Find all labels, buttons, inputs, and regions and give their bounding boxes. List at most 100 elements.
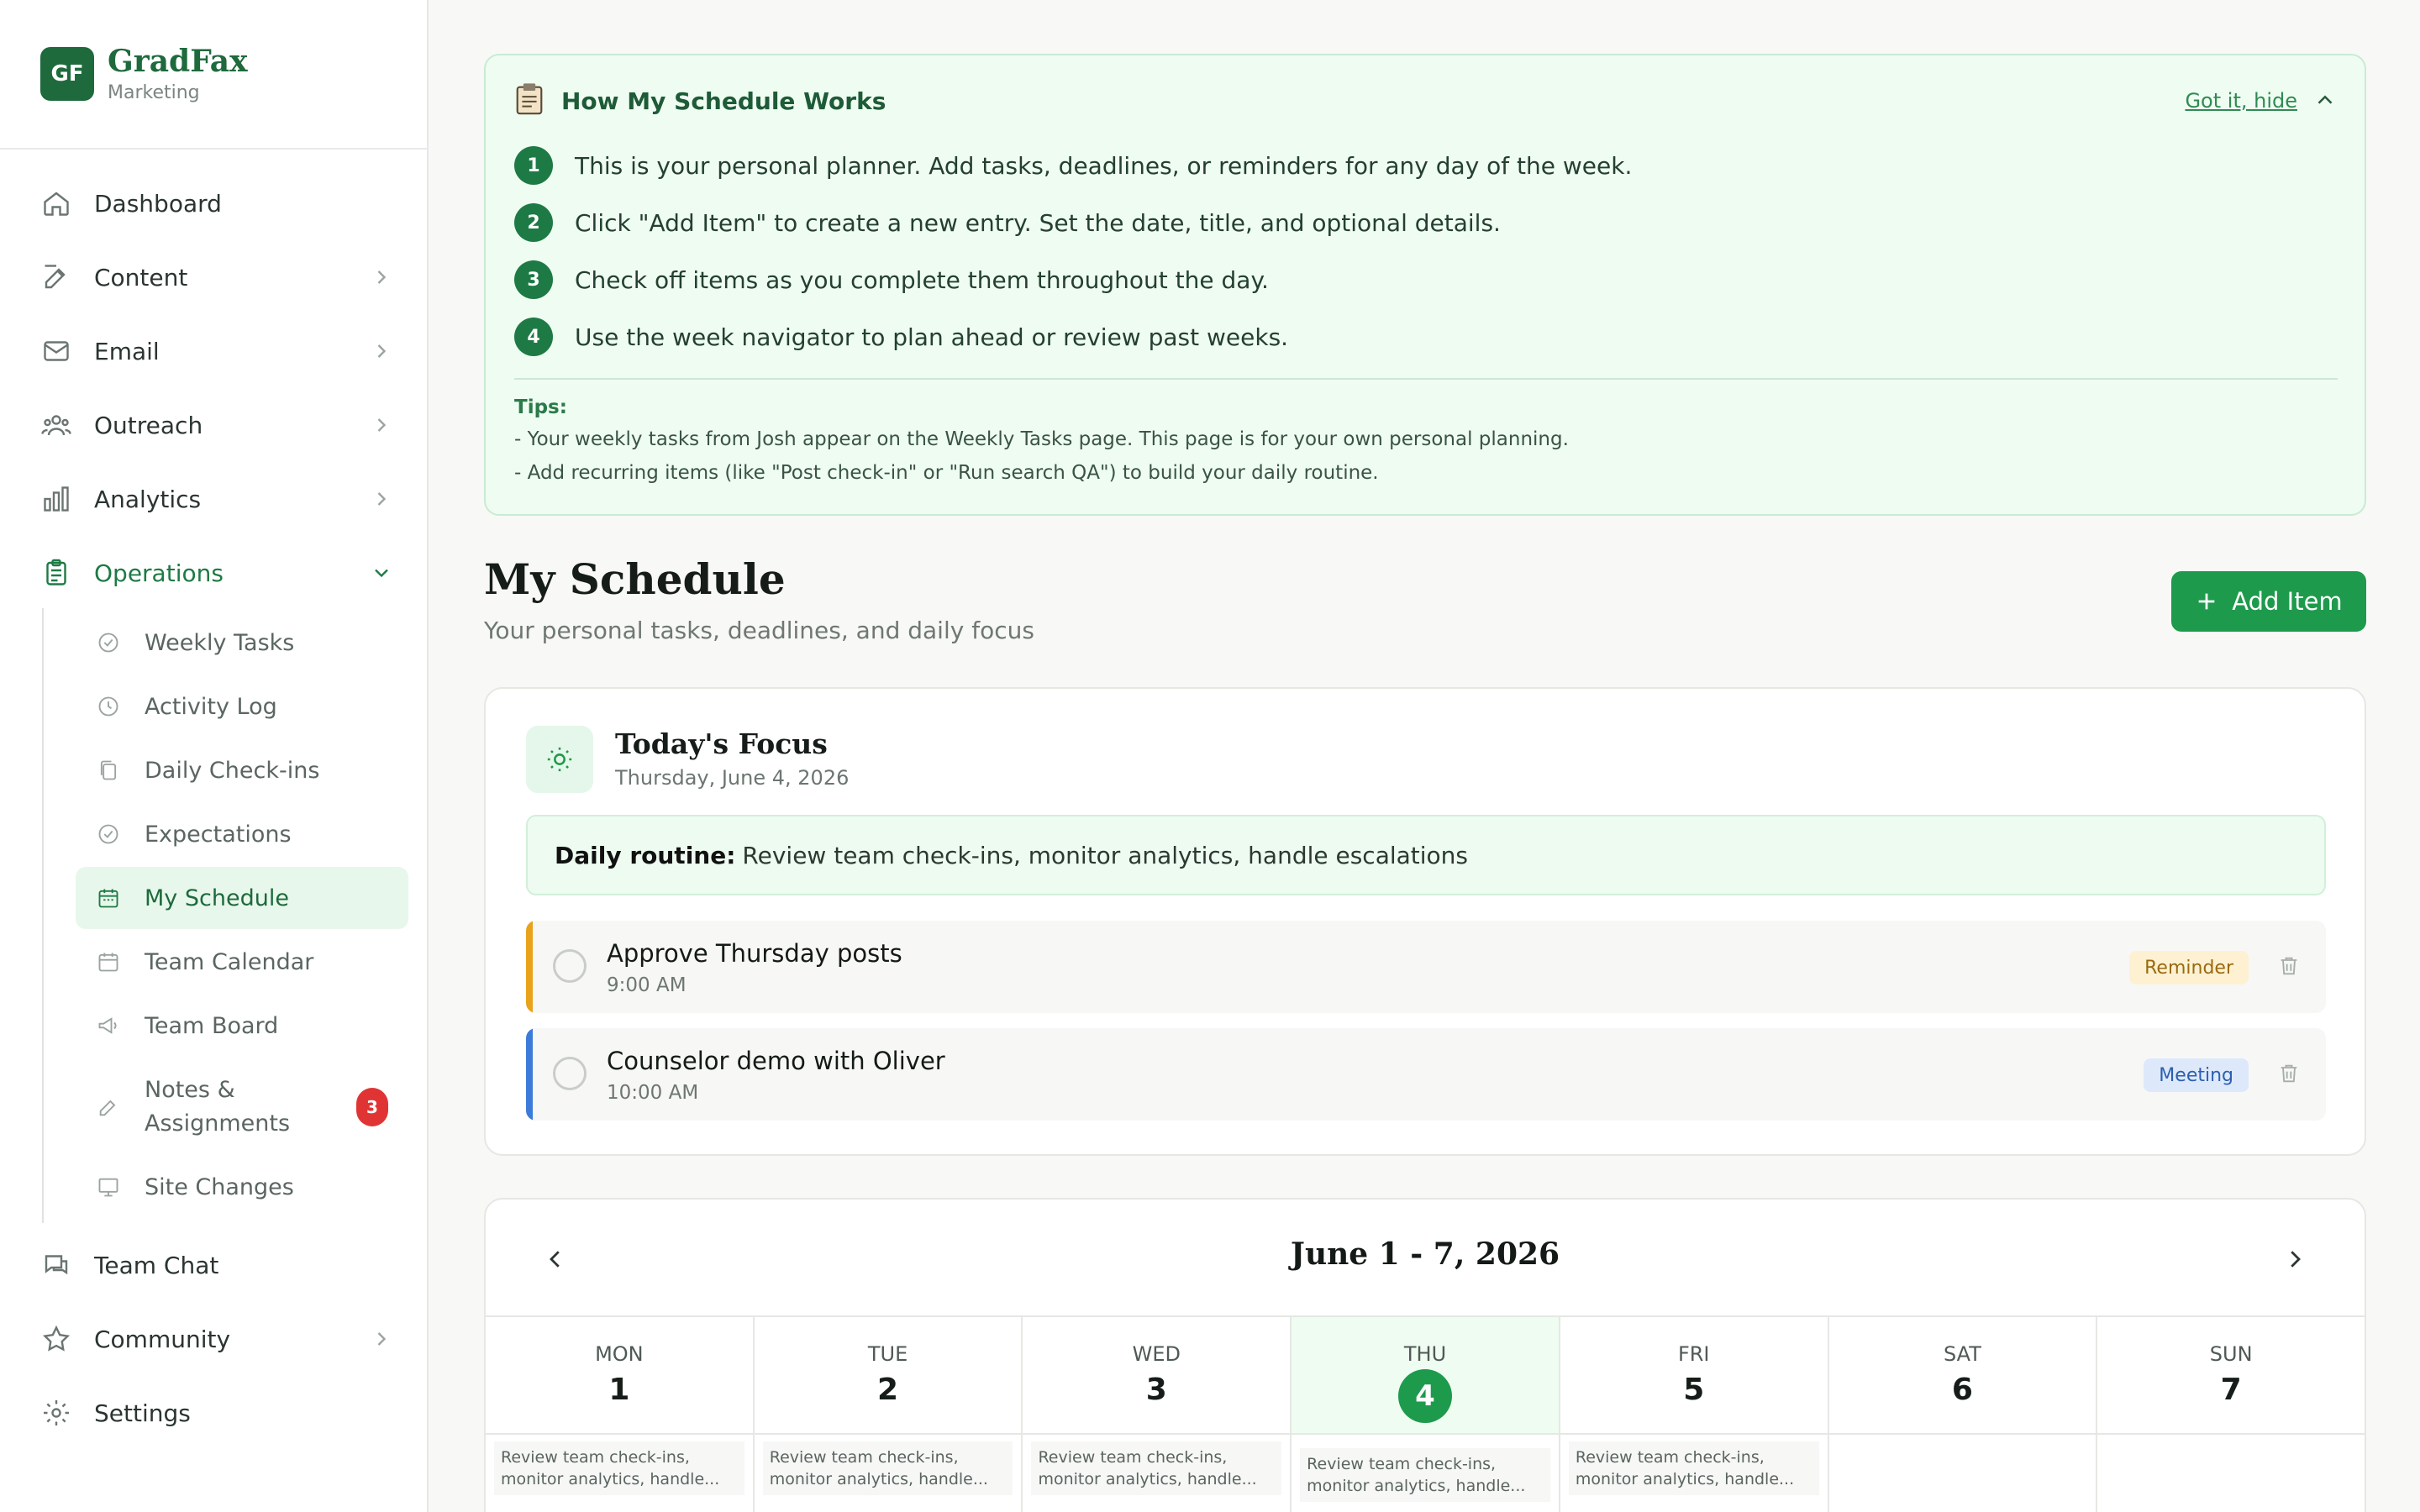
day-header: WED 3 — [1023, 1317, 1291, 1435]
nav-content[interactable]: Content — [40, 254, 393, 301]
day-name: MON — [595, 1342, 644, 1366]
subnav-line — [42, 608, 44, 1223]
sidebar-item-team-board[interactable]: Team Board — [76, 995, 408, 1057]
sidebar-item-label: Team Calendar — [145, 948, 314, 975]
how-it-works-title: How My Schedule Works — [561, 87, 886, 115]
page-subtitle: Your personal tasks, deadlines, and dail… — [484, 617, 1034, 644]
main-content: How My Schedule Works Got it, hide 1 Thi… — [484, 0, 2366, 1512]
chevron-right-icon — [377, 418, 387, 432]
sidebar-item-notes-assignments[interactable]: Notes & Assignments 3 — [76, 1074, 408, 1141]
task-time: 10:00 AM — [607, 1082, 699, 1104]
chat-icon — [40, 1249, 72, 1281]
step-2: 2 Click "Add Item" to create a new entry… — [514, 203, 1501, 242]
sidebar-item-daily-checkins[interactable]: Daily Check-ins — [76, 739, 408, 801]
step-text: Use the week navigator to plan ahead or … — [575, 323, 1289, 351]
clipboard-icon — [40, 557, 72, 589]
hide-guide-link[interactable]: Got it, hide — [2185, 89, 2297, 113]
day-routine: Review team check-ins, monitor analytics… — [1300, 1448, 1550, 1502]
daily-routine: Daily routine: Review team check-ins, mo… — [526, 815, 2326, 895]
tip-item: - Your weekly tasks from Josh appear on … — [514, 428, 1569, 450]
day-number: 6 — [1951, 1373, 1973, 1407]
sidebar-item-label: My Schedule — [145, 885, 289, 911]
divider — [514, 378, 2338, 380]
sidebar-item-expectations[interactable]: Expectations — [76, 803, 408, 865]
focus-date: Thursday, June 4, 2026 — [615, 766, 850, 790]
chevron-right-icon[interactable] — [2282, 1245, 2307, 1273]
plus-icon — [2198, 593, 2215, 610]
home-icon — [40, 187, 72, 219]
sidebar-item-weekly-tasks[interactable]: Weekly Tasks — [76, 612, 408, 674]
calendar-icon — [96, 949, 121, 974]
add-item-label: Add Item — [2232, 587, 2343, 616]
nav-dashboard-label: Dashboard — [94, 189, 222, 218]
brand-logo[interactable]: GF — [40, 47, 94, 101]
task-checkbox[interactable] — [553, 949, 587, 983]
trash-icon[interactable] — [2277, 1060, 2301, 1087]
sidebar-item-my-schedule[interactable]: My Schedule — [76, 867, 408, 929]
day-number: 1 — [608, 1373, 630, 1407]
notes-label-line1: Notes & — [145, 1077, 235, 1103]
how-it-works-panel: How My Schedule Works Got it, hide 1 Thi… — [484, 54, 2366, 516]
task-priority-bar — [526, 921, 533, 1013]
nav-outreach[interactable]: Outreach — [40, 402, 393, 449]
nav-team-chat[interactable]: Team Chat — [40, 1242, 393, 1289]
nav-email[interactable]: Email — [40, 328, 393, 375]
add-item-button[interactable]: Add Item — [2171, 571, 2366, 632]
day-number: 7 — [2220, 1373, 2242, 1407]
brand: GF GradFax Marketing — [0, 0, 427, 150]
gear-icon — [40, 1397, 72, 1429]
step-1: 1 This is your personal planner. Add tas… — [514, 146, 1632, 185]
task-title: Approve Thursday posts — [607, 939, 902, 968]
day-routine: Review team check-ins, monitor analytics… — [762, 1441, 1013, 1495]
task-checkbox[interactable] — [553, 1057, 587, 1090]
day-column-mon[interactable]: MON 1 Review team check-ins, monitor ana… — [486, 1317, 755, 1512]
step-number: 3 — [514, 260, 553, 299]
notes-label-line2: Assignments — [145, 1110, 291, 1137]
sidebar-item-label: Team Board — [145, 1012, 279, 1039]
sidebar-item-team-calendar[interactable]: Team Calendar — [76, 931, 408, 993]
chevron-right-icon — [377, 1332, 387, 1346]
chevron-up-icon[interactable] — [2312, 87, 2338, 113]
day-column-tue[interactable]: TUE 2 Review team check-ins, monitor ana… — [754, 1317, 1023, 1512]
tips-title: Tips: — [514, 396, 567, 418]
day-column-wed[interactable]: WED 3 Review team check-ins, monitor ana… — [1023, 1317, 1292, 1512]
focus-title: Today's Focus — [615, 727, 828, 760]
day-column-fri[interactable]: FRI 5 Review team check-ins, monitor ana… — [1560, 1317, 1829, 1512]
task-time: 9:00 AM — [607, 974, 687, 996]
nav-community[interactable]: Community — [40, 1315, 393, 1362]
day-routine: Review team check-ins, monitor analytics… — [494, 1441, 744, 1495]
tip-item: - Add recurring items (like "Post check-… — [514, 462, 1379, 484]
step-number: 4 — [514, 318, 553, 356]
nav-settings[interactable]: Settings — [40, 1389, 393, 1436]
nav-operations[interactable]: Operations — [40, 549, 393, 596]
today-number: 4 — [1398, 1369, 1453, 1423]
sun-icon — [526, 726, 593, 793]
day-number: 5 — [1683, 1373, 1705, 1407]
day-name: FRI — [1677, 1342, 1710, 1366]
day-column-sun[interactable]: SUN 7 — [2097, 1317, 2365, 1512]
sidebar-item-site-changes[interactable]: Site Changes — [76, 1156, 408, 1218]
day-name: SUN — [2209, 1342, 2253, 1366]
chevron-right-icon — [377, 492, 387, 506]
chevron-right-icon — [377, 270, 387, 284]
bar-chart-icon — [40, 483, 72, 515]
sidebar-item-activity-log[interactable]: Activity Log — [76, 675, 408, 738]
nav-dashboard[interactable]: Dashboard — [40, 180, 393, 227]
nav-team-chat-label: Team Chat — [94, 1251, 219, 1279]
week-range-title: June 1 - 7, 2026 — [1290, 1236, 1560, 1272]
routine-label: Daily routine: — [555, 841, 736, 869]
day-name: THU — [1403, 1342, 1447, 1366]
copy-icon — [96, 758, 121, 783]
trash-icon[interactable] — [2277, 953, 2301, 979]
week-calendar: June 1 - 7, 2026 MON 1 Review team check… — [484, 1198, 2366, 1512]
day-number: 3 — [1145, 1373, 1167, 1407]
day-column-sat[interactable]: SAT 6 — [1828, 1317, 2098, 1512]
nav-analytics[interactable]: Analytics — [40, 475, 393, 522]
day-column-thu[interactable]: THU 4 Review team check-ins, monitor ana… — [1292, 1317, 1560, 1512]
day-name: SAT — [1944, 1342, 1981, 1366]
sidebar-item-label: Notes & Assignments — [145, 1074, 290, 1141]
nav-email-label: Email — [94, 337, 160, 365]
week-days: MON 1 Review team check-ins, monitor ana… — [486, 1315, 2365, 1512]
sidebar: GF GradFax Marketing Dashboard Content E… — [0, 0, 429, 1512]
sidebar-item-label: Activity Log — [145, 693, 277, 720]
